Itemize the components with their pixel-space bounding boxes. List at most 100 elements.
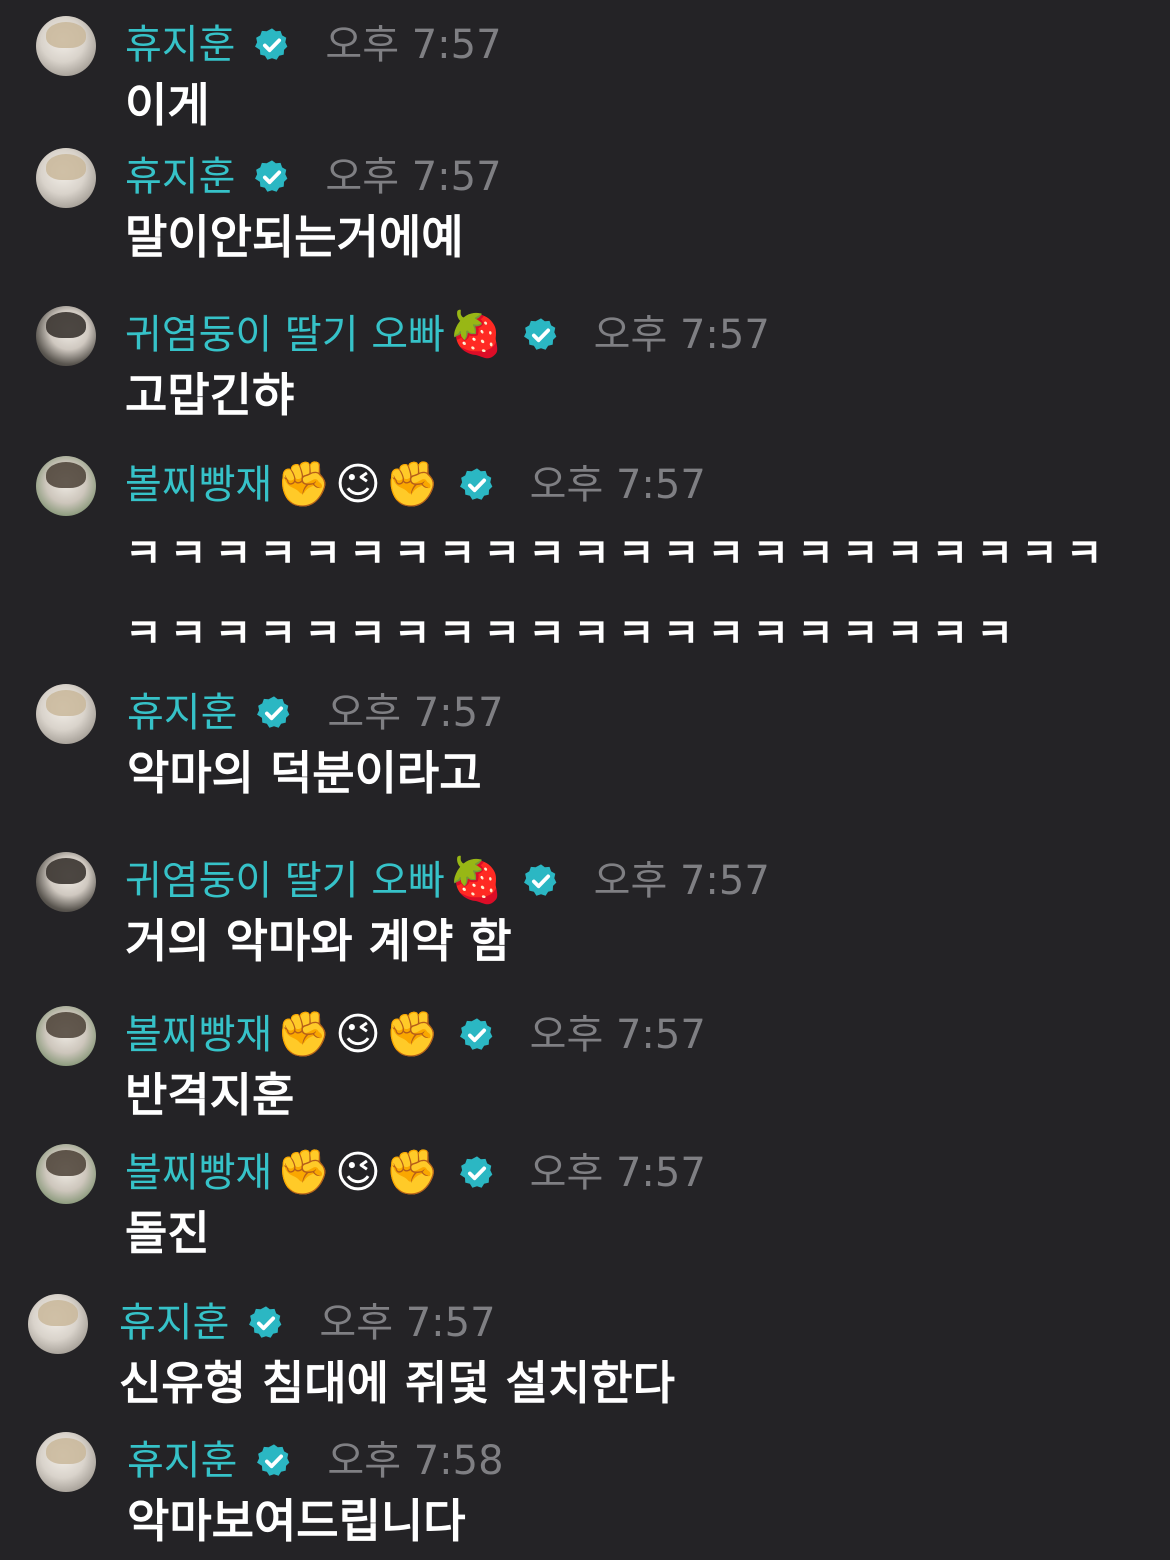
message-text: 신유형 침대에 쥐덫 설치한다 — [119, 1352, 675, 1414]
winking-face-emoji-icon: 😉 — [335, 1009, 381, 1060]
strawberry-emoji-icon: 🍓 — [448, 855, 504, 906]
username[interactable]: 휴지훈 — [127, 686, 237, 740]
message-line: ㅋㅋㅋㅋㅋㅋㅋㅋㅋㅋㅋㅋㅋㅋㅋㅋㅋㅋㅋㅋ — [125, 611, 1021, 657]
chat-message: 볼찌빵재 ✊ 😉 ✊ 오후 7:57 ㅋㅋㅋㅋㅋㅋㅋㅋㅋㅋㅋㅋㅋㅋㅋㅋㅋㅋㅋㅋㅋㅋ ㅋㅋㅋㅋ… — [0, 440, 1170, 668]
username[interactable]: 귀염둥이 딸기 오빠 — [125, 854, 445, 908]
message-timestamp: 오후 7:57 — [593, 312, 770, 358]
message-timestamp: 오후 7:57 — [325, 22, 502, 68]
avatar-photo — [46, 154, 86, 180]
winking-face-emoji-icon: 😉 — [335, 1147, 381, 1198]
message-timestamp: 오후 7:57 — [319, 1300, 496, 1346]
raised-fist-emoji-icon: ✊ — [384, 459, 440, 510]
message-header: 귀염둥이 딸기 오빠 🍓 오후 7:57 — [125, 308, 770, 362]
verified-badge-icon — [257, 1444, 290, 1476]
user-avatar[interactable] — [36, 1432, 96, 1492]
verified-badge-icon — [257, 696, 290, 728]
message-timestamp: 오후 7:57 — [529, 1012, 706, 1058]
user-avatar[interactable] — [36, 684, 96, 744]
message-line: 이게 — [125, 78, 210, 132]
message-line: 돌진 — [125, 1206, 210, 1260]
verified-badge-icon — [523, 864, 556, 896]
winking-face-emoji-icon: 😉 — [335, 459, 381, 510]
message-text: 말이안되는거에예 — [125, 206, 464, 268]
username[interactable]: 휴지훈 — [125, 150, 235, 204]
message-timestamp: 오후 7:57 — [325, 154, 502, 200]
message-header: 휴지훈 오후 7:57 — [127, 686, 504, 740]
user-avatar[interactable] — [28, 1294, 88, 1354]
username[interactable]: 볼찌빵재 — [125, 458, 272, 512]
message-header: 볼찌빵재 ✊ 😉 ✊ 오후 7:57 — [125, 1008, 706, 1062]
user-avatar[interactable] — [36, 306, 96, 366]
strawberry-emoji-icon: 🍓 — [448, 309, 504, 360]
user-avatar[interactable] — [36, 456, 96, 516]
message-line: ㅋㅋㅋㅋㅋㅋㅋㅋㅋㅋㅋㅋㅋㅋㅋㅋㅋㅋㅋㅋㅋㅋ — [125, 531, 1111, 577]
message-line: 신유형 침대에 쥐덫 설치한다 — [119, 1356, 675, 1410]
verified-badge-icon — [249, 1306, 282, 1338]
chat-message: 휴지훈 오후 7:57 악마의 덕분이라고 — [0, 668, 1170, 836]
message-text: 악마보여드립니다 — [127, 1490, 466, 1552]
verified-badge-icon — [459, 468, 493, 500]
message-timestamp: 오후 7:57 — [593, 858, 770, 904]
user-avatar[interactable] — [36, 1006, 96, 1066]
chat-message: 휴지훈 오후 7:57 말이안되는거에예 — [0, 132, 1170, 290]
chat-message: 휴지훈 오후 7:58 악마보여드립니다 — [0, 1416, 1170, 1560]
avatar-photo — [46, 690, 86, 716]
avatar-photo — [46, 22, 86, 48]
message-line: 고맙긴햐 — [125, 368, 295, 422]
message-timestamp: 오후 7:57 — [529, 1150, 706, 1196]
message-timestamp: 오후 7:57 — [327, 690, 504, 736]
username[interactable]: 귀염둥이 딸기 오빠 — [125, 308, 445, 362]
message-text: 악마의 덕분이라고 — [127, 742, 482, 804]
message-line: 반격지훈 — [125, 1068, 295, 1122]
avatar-photo — [46, 858, 86, 884]
chat-message: 휴지훈 오후 7:57 신유형 침대에 쥐덫 설치한다 — [0, 1278, 1170, 1416]
message-text: 고맙긴햐 — [125, 364, 294, 426]
verified-badge-icon — [459, 1018, 493, 1050]
message-text: 돌진 — [125, 1202, 210, 1264]
verified-badge-icon — [523, 318, 556, 350]
username[interactable]: 휴지훈 — [125, 18, 235, 72]
message-header: 귀염둥이 딸기 오빠 🍓 오후 7:57 — [125, 854, 770, 908]
avatar-photo — [46, 1012, 86, 1038]
avatar-photo — [46, 1150, 86, 1176]
verified-badge-icon — [255, 28, 288, 60]
user-avatar[interactable] — [36, 852, 96, 912]
raised-fist-emoji-icon: ✊ — [384, 1147, 440, 1198]
message-line: 악마의 덕분이라고 — [127, 746, 482, 800]
message-timestamp: 오후 7:58 — [327, 1438, 504, 1484]
user-avatar[interactable] — [36, 148, 96, 208]
chat-message: 귀염둥이 딸기 오빠 🍓 오후 7:57 거의 악마와 계약 함 — [0, 836, 1170, 990]
chat-message: 귀염둥이 딸기 오빠 🍓 오후 7:57 고맙긴햐 — [0, 290, 1170, 440]
raised-fist-emoji-icon: ✊ — [276, 459, 331, 510]
message-text: ㅋㅋㅋㅋㅋㅋㅋㅋㅋㅋㅋㅋㅋㅋㅋㅋㅋㅋㅋㅋㅋㅋ ㅋㅋㅋㅋㅋㅋㅋㅋㅋㅋㅋㅋㅋㅋㅋㅋㅋㅋ… — [125, 514, 1111, 674]
username[interactable]: 휴지훈 — [119, 1296, 229, 1350]
message-text: 반격지훈 — [125, 1064, 294, 1126]
avatar-photo — [46, 312, 86, 338]
chat-message: 볼찌빵재 ✊ 😉 ✊ 오후 7:57 돌진 — [0, 1128, 1170, 1278]
raised-fist-emoji-icon: ✊ — [276, 1009, 331, 1060]
username[interactable]: 휴지훈 — [127, 1434, 237, 1488]
message-text: 거의 악마와 계약 함 — [125, 910, 512, 972]
message-timestamp: 오후 7:57 — [529, 462, 706, 508]
avatar-photo — [38, 1300, 78, 1326]
message-header: 휴지훈 오후 7:57 — [119, 1296, 496, 1350]
message-header: 볼찌빵재 ✊ 😉 ✊ 오후 7:57 — [125, 458, 706, 512]
message-header: 휴지훈 오후 7:58 — [127, 1434, 504, 1488]
message-line: 거의 악마와 계약 함 — [125, 914, 512, 968]
message-line: 악마보여드립니다 — [127, 1494, 466, 1548]
chat-message: 휴지훈 오후 7:57 이게 — [0, 0, 1170, 132]
avatar-photo — [46, 1438, 86, 1464]
message-text: 이게 — [125, 74, 210, 136]
message-header: 볼찌빵재 ✊ 😉 ✊ 오후 7:57 — [125, 1146, 706, 1200]
username[interactable]: 볼찌빵재 — [125, 1008, 272, 1062]
user-avatar[interactable] — [36, 1144, 96, 1204]
user-avatar[interactable] — [36, 16, 96, 76]
message-line: 말이안되는거에예 — [125, 210, 464, 264]
raised-fist-emoji-icon: ✊ — [276, 1147, 331, 1198]
username[interactable]: 볼찌빵재 — [125, 1146, 272, 1200]
message-header: 휴지훈 오후 7:57 — [125, 18, 502, 72]
avatar-photo — [46, 462, 86, 488]
raised-fist-emoji-icon: ✊ — [384, 1009, 440, 1060]
verified-badge-icon — [459, 1156, 493, 1188]
chat-message-list: 휴지훈 오후 7:57 이게 휴지훈 오후 7:57 말이안되는거에예 귀염둥이 딸기 오빠… — [0, 0, 1170, 1560]
